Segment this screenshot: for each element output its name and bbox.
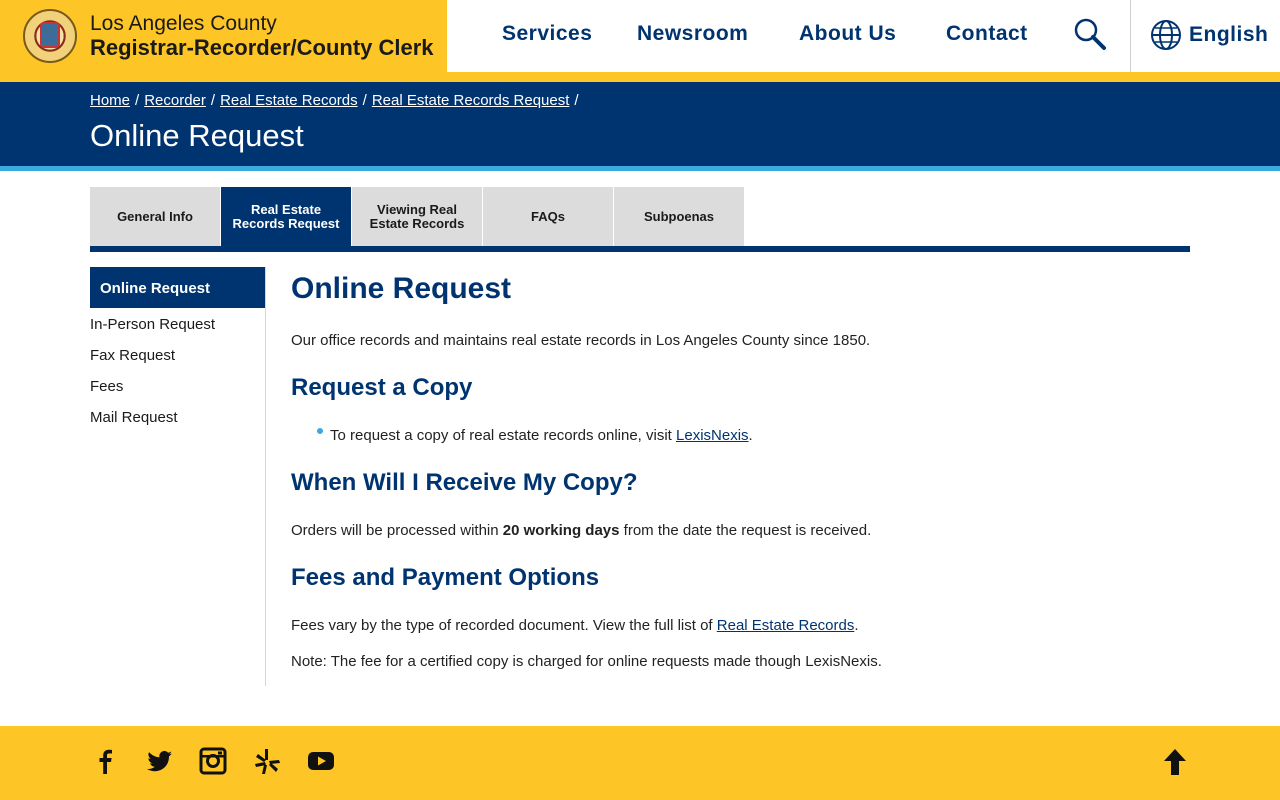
nav-about-us[interactable]: About Us [799, 22, 896, 46]
banner-accent-line [0, 166, 1280, 171]
language-selector[interactable]: English [1150, 18, 1268, 52]
receive-post: from the date the request is received. [623, 522, 872, 539]
section-tabs: General Info Real Estate Records Request… [90, 187, 744, 246]
header-accent-strip [0, 72, 1280, 82]
brand-block[interactable]: Los Angeles County Registrar-Recorder/Co… [0, 0, 447, 72]
content-title: Online Request [291, 272, 512, 305]
copy-text: To request a copy of real estate records… [330, 427, 672, 444]
sidebar-item-fax-request[interactable]: Fax Request [90, 347, 175, 364]
fees-text: Fees vary by the type of recorded docume… [291, 617, 713, 634]
breadcrumb-separator: / [574, 92, 579, 109]
heading-fees-payment: Fees and Payment Options [291, 564, 600, 591]
site-footer [0, 726, 1280, 800]
breadcrumb-separator: / [135, 92, 140, 109]
receive-pre: Orders will be processed within [291, 522, 499, 539]
breadcrumb-separator: / [210, 92, 216, 109]
language-label: English [1189, 23, 1269, 46]
twitter-icon[interactable] [145, 747, 173, 775]
tab-faqs[interactable]: FAQs [483, 187, 613, 246]
sidebar-item-online-request[interactable]: Online Request [90, 267, 265, 308]
tab-real-estate-records-request[interactable]: Real Estate Records Request [221, 187, 351, 246]
breadcrumb-real-estate-records-request[interactable]: Real Estate Records Request [372, 92, 570, 109]
brand-line-2: Registrar-Recorder/County Clerk [90, 35, 434, 60]
arrow-up-icon[interactable] [1162, 748, 1188, 776]
fee-note: Note: The fee for a certified copy is ch… [291, 653, 882, 670]
breadcrumb-home[interactable]: Home [90, 92, 130, 109]
breadcrumb: Home / Recorder / Real Estate Records / Real E… [90, 92, 584, 109]
bullet-marker [317, 428, 323, 434]
fees-paragraph: Fees vary by the type of recorded docume… [291, 617, 859, 634]
tab-viewing-real-estate-records[interactable]: Viewing Real Estate Records [352, 187, 482, 246]
copy-list-item: To request a copy of real estate records… [330, 427, 753, 444]
sidebar-nav: Online Request In-Person Request Fax Req… [90, 267, 266, 686]
globe-icon [1151, 20, 1181, 50]
breadcrumb-separator: / [362, 92, 367, 109]
nav-contact[interactable]: Contact [946, 22, 1028, 46]
fees-end: . [854, 617, 859, 634]
facebook-icon[interactable] [91, 747, 119, 775]
copy-end: . [748, 427, 753, 444]
sidebar-item-mail-request[interactable]: Mail Request [90, 409, 178, 426]
tab-subpoenas[interactable]: Subpoenas [614, 187, 744, 246]
sidebar-item-in-person-request[interactable]: In-Person Request [90, 316, 215, 333]
lexisnexis-link[interactable]: LexisNexis [676, 427, 749, 444]
county-seal-logo [23, 9, 77, 63]
heading-when-receive: When Will I Receive My Copy? [291, 469, 638, 496]
youtube-icon[interactable] [307, 747, 335, 775]
page-title: Online Request [90, 118, 304, 153]
heading-request-a-copy: Request a Copy [291, 374, 473, 401]
instagram-icon[interactable] [199, 747, 227, 775]
yelp-icon[interactable] [253, 747, 281, 775]
search-icon[interactable] [1073, 17, 1107, 51]
breadcrumb-real-estate-records[interactable]: Real Estate Records [220, 92, 358, 109]
nav-services[interactable]: Services [502, 22, 592, 46]
site-header: Los Angeles County Registrar-Recorder/Co… [0, 0, 1280, 72]
tabs-underline [90, 246, 1190, 252]
breadcrumb-recorder[interactable]: Recorder [144, 92, 206, 109]
header-divider [1130, 0, 1131, 72]
brand-line-1: Los Angeles County [90, 12, 277, 35]
sidebar-item-fees[interactable]: Fees [90, 378, 123, 395]
nav-newsroom[interactable]: Newsroom [637, 22, 748, 46]
intro-paragraph: Our office records and maintains real es… [291, 332, 871, 349]
tab-general-info[interactable]: General Info [90, 187, 220, 246]
receive-days: 20 working days [502, 522, 620, 539]
real-estate-records-link[interactable]: Real Estate Records [717, 617, 855, 634]
receive-paragraph: Orders will be processed within 20 worki… [291, 522, 871, 539]
